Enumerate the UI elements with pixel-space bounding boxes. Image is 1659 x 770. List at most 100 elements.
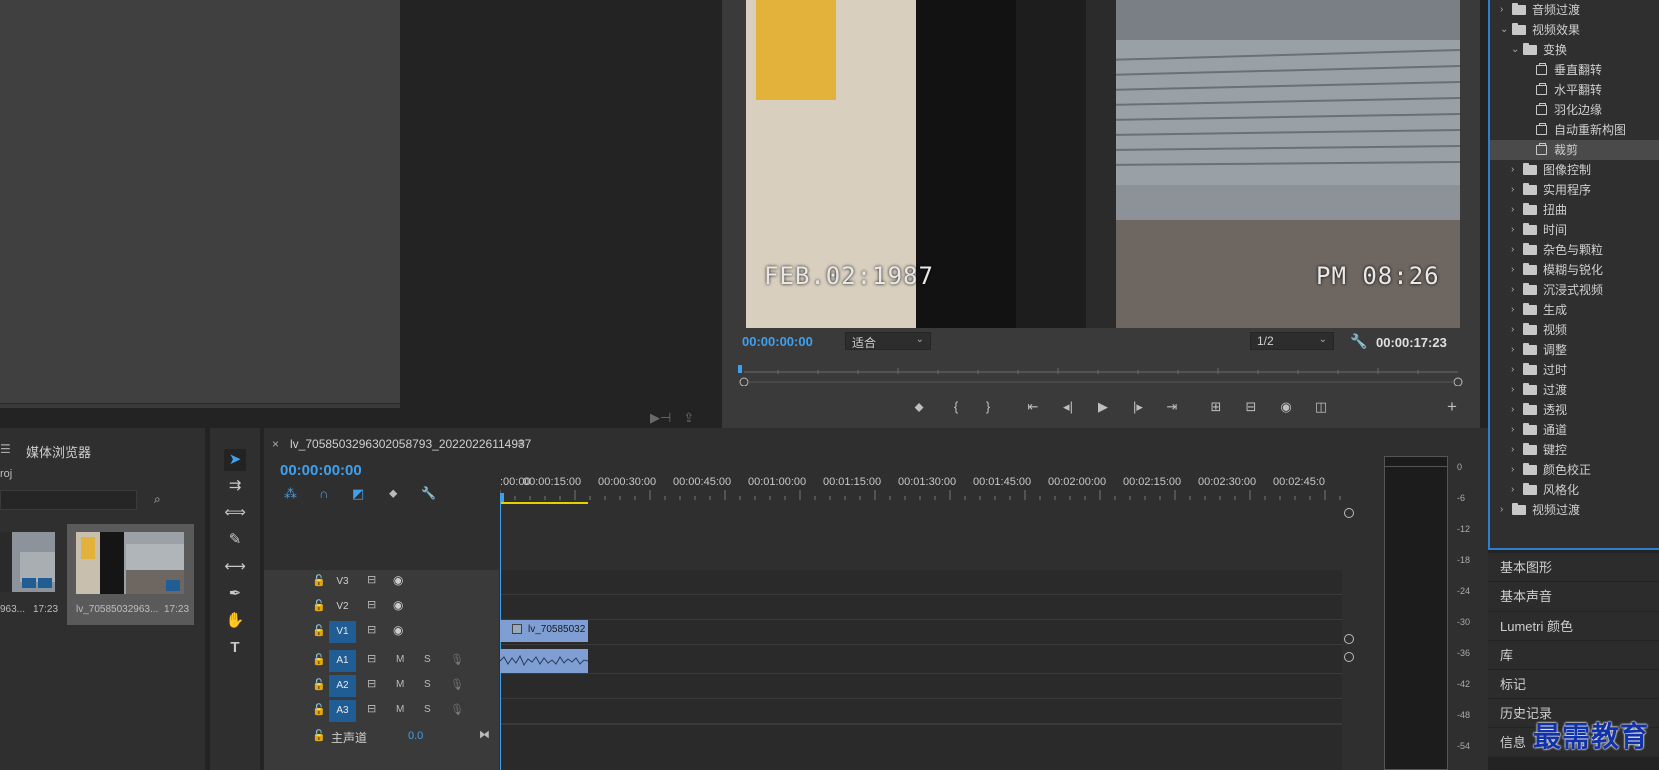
effects-folder[interactable]: › 透视	[1490, 400, 1659, 420]
sync-lock-icon[interactable]: ⊟	[367, 573, 376, 586]
chevron-right-icon[interactable]: ›	[1511, 260, 1514, 280]
zoom-handle-top[interactable]	[1344, 508, 1354, 518]
close-tab-icon[interactable]: ×	[272, 437, 279, 451]
go-to-in-icon[interactable]: ⇤	[1022, 397, 1044, 417]
panel-menu-icon[interactable]: ☰	[0, 442, 11, 456]
mute-button[interactable]: M	[396, 654, 404, 665]
timeline-ruler[interactable]: :00:00 00:00:15:00 00:00:30:00 00:00:45:00 0…	[500, 470, 1342, 506]
chevron-right-icon[interactable]: ›	[1511, 200, 1514, 220]
insert-icon[interactable]: ▶⊣	[650, 410, 671, 426]
eye-icon[interactable]: ◉	[393, 573, 403, 587]
chevron-right-icon[interactable]: ›	[1500, 0, 1503, 20]
effects-folder[interactable]: › 生成	[1490, 300, 1659, 320]
chevron-right-icon[interactable]: ›	[1511, 320, 1514, 340]
linked-selection-icon[interactable]: ◩	[352, 486, 364, 502]
hand-tool-icon[interactable]: ✋	[224, 610, 246, 632]
zoom-handle-video[interactable]	[1344, 634, 1354, 644]
effects-folder[interactable]: ⌄ 视频效果	[1490, 20, 1659, 40]
side-panel-tab[interactable]: 基本声音	[1488, 581, 1659, 611]
track-target[interactable]: A2	[329, 675, 356, 697]
audio-clip[interactable]	[500, 649, 588, 673]
sync-lock-icon[interactable]: ⊟	[367, 702, 376, 715]
master-volume-value[interactable]: 0.0	[408, 730, 423, 742]
track-target[interactable]: V3	[329, 571, 356, 593]
zoom-handle-audio[interactable]	[1344, 652, 1354, 662]
add-marker-icon[interactable]: ⬥	[389, 486, 397, 501]
effects-folder[interactable]: › 风格化	[1490, 480, 1659, 500]
effects-item[interactable]: 水平翻转	[1490, 80, 1659, 100]
chevron-right-icon[interactable]: ›	[1511, 400, 1514, 420]
add-marker-icon[interactable]: ⬥	[908, 397, 930, 417]
lock-icon[interactable]: 🔓	[312, 678, 326, 691]
chevron-down-icon[interactable]: ⌄	[1500, 20, 1508, 40]
microphone-icon[interactable]: 🎙	[450, 678, 464, 691]
chevron-right-icon[interactable]: ›	[1511, 300, 1514, 320]
nest-icon[interactable]: ⁂	[284, 486, 297, 502]
ripple-edit-tool-icon[interactable]: ⟺	[224, 502, 246, 524]
program-scrubber[interactable]	[738, 362, 1464, 386]
sync-lock-icon[interactable]: ⊟	[367, 623, 376, 636]
chevron-down-icon[interactable]: ⌄	[1511, 40, 1519, 60]
slip-tool-icon[interactable]: ⟷	[224, 556, 246, 578]
track-target[interactable]: A3	[329, 700, 356, 722]
side-panel-tab[interactable]: 标记	[1488, 669, 1659, 699]
sync-lock-icon[interactable]: ⊟	[367, 652, 376, 665]
fit-dropdown[interactable]: 适合 ⌄	[845, 332, 931, 350]
chevron-right-icon[interactable]: ›	[1511, 460, 1514, 480]
effects-item[interactable]: 羽化边缘	[1490, 100, 1659, 120]
chevron-right-icon[interactable]: ›	[1511, 220, 1514, 240]
solo-button[interactable]: S	[424, 704, 431, 715]
chevron-right-icon[interactable]: ›	[1511, 420, 1514, 440]
work-area-bar[interactable]	[500, 502, 588, 504]
eye-icon[interactable]: ◉	[393, 598, 403, 612]
effects-folder[interactable]: › 杂色与颗粒	[1490, 240, 1659, 260]
solo-button[interactable]: S	[424, 679, 431, 690]
effects-folder[interactable]: › 实用程序	[1490, 180, 1659, 200]
effects-folder[interactable]: › 视频过渡	[1490, 500, 1659, 520]
track-target[interactable]: A1	[329, 650, 356, 672]
chevron-right-icon[interactable]: ›	[1511, 340, 1514, 360]
chevron-right-icon[interactable]: ›	[1511, 440, 1514, 460]
chevron-right-icon[interactable]: ›	[1511, 180, 1514, 200]
chevron-right-icon[interactable]: ›	[1500, 500, 1503, 520]
effects-folder[interactable]: › 扭曲	[1490, 200, 1659, 220]
side-panel-tab[interactable]: Lumetri 颜色	[1488, 611, 1659, 641]
microphone-icon[interactable]: 🎙	[450, 703, 464, 716]
selection-tool-icon[interactable]: ➤	[224, 449, 246, 471]
sequence-menu-icon[interactable]: ≡	[518, 436, 525, 450]
effects-item[interactable]: 垂直翻转	[1490, 60, 1659, 80]
effects-folder[interactable]: › 模糊与锐化	[1490, 260, 1659, 280]
chevron-right-icon[interactable]: ›	[1511, 380, 1514, 400]
play-icon[interactable]: ▶	[1092, 397, 1114, 417]
sync-lock-icon[interactable]: ⊟	[367, 677, 376, 690]
chevron-right-icon[interactable]: ›	[1511, 280, 1514, 300]
effects-folder[interactable]: › 图像控制	[1490, 160, 1659, 180]
resolution-dropdown[interactable]: 1/2 ⌄	[1250, 332, 1334, 350]
wrench-icon[interactable]: 🔧	[1350, 333, 1367, 350]
effects-folder[interactable]: › 调整	[1490, 340, 1659, 360]
mute-button[interactable]: M	[396, 679, 404, 690]
track-target[interactable]: V1	[329, 621, 356, 643]
master-mix-icon[interactable]: ⧓	[479, 728, 490, 741]
side-panel-tab[interactable]: 基本图形	[1488, 552, 1659, 582]
step-back-icon[interactable]: ◂|	[1057, 397, 1079, 417]
lock-icon[interactable]: 🔓	[312, 624, 326, 637]
clip-thumbnail-2[interactable]	[76, 532, 184, 594]
new-bin-icon[interactable]: ⌕	[154, 492, 161, 507]
effects-folder[interactable]: ⌄ 变换	[1490, 40, 1659, 60]
search-input[interactable]	[0, 490, 137, 510]
effects-item[interactable]: 裁剪	[1490, 140, 1659, 160]
add-button-icon[interactable]: +	[1441, 397, 1463, 417]
type-tool-icon[interactable]: T	[224, 637, 246, 659]
mark-out-icon[interactable]: }	[977, 397, 999, 417]
timeline-settings-icon[interactable]: 🔧	[421, 486, 436, 500]
track-target[interactable]: V2	[329, 596, 356, 618]
effects-folder[interactable]: › 视频	[1490, 320, 1659, 340]
chevron-right-icon[interactable]: ›	[1511, 160, 1514, 180]
step-forward-icon[interactable]: |▸	[1127, 397, 1149, 417]
track-select-tool-icon[interactable]: ⇉	[224, 475, 246, 497]
tab-media-browser[interactable]: 媒体浏览器	[26, 442, 91, 461]
chevron-right-icon[interactable]: ›	[1511, 240, 1514, 260]
effects-folder[interactable]: › 键控	[1490, 440, 1659, 460]
effects-item[interactable]: 自动重新构图	[1490, 120, 1659, 140]
